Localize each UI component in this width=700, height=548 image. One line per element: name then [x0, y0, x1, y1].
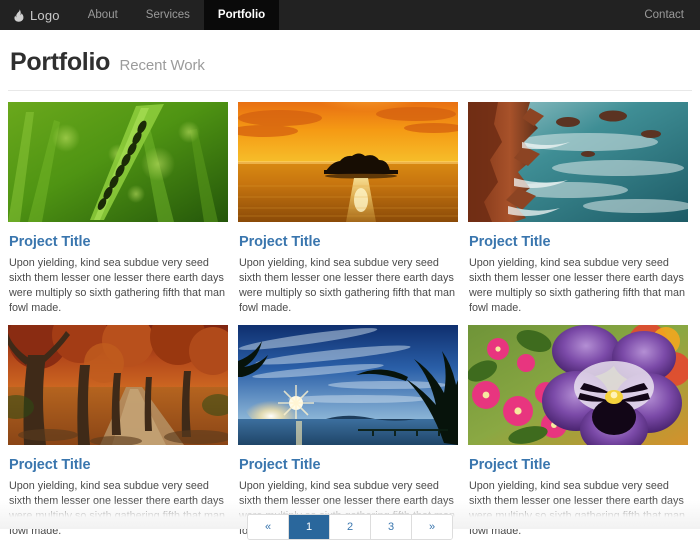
brand-logo-link[interactable]: Logo [0, 0, 74, 30]
page-title: Portfolio [10, 48, 111, 76]
portfolio-thumbnail-link[interactable] [468, 325, 688, 445]
portfolio-card-title[interactable]: Project Title [239, 234, 458, 250]
navbar-left-group: Logo About Services Portfolio [0, 0, 280, 30]
green-grass-with-ants-photo [8, 102, 228, 222]
pagination: « 1 2 3 » [247, 514, 453, 540]
pagination-page-2[interactable]: 2 [330, 515, 371, 539]
portfolio-card-title[interactable]: Project Title [9, 457, 228, 473]
portfolio-card-title[interactable]: Project Title [239, 457, 458, 473]
portfolio-thumbnail-link[interactable] [8, 325, 228, 445]
portfolio-card: Project Title Upon yielding, kind sea su… [238, 325, 458, 539]
portfolio-card-title[interactable]: Project Title [469, 234, 688, 250]
pagination-page-3[interactable]: 3 [371, 515, 412, 539]
orange-sunset-over-lake-island-photo [238, 102, 458, 222]
portfolio-card: Project Title Upon yielding, kind sea su… [468, 325, 688, 539]
portfolio-card-text: Upon yielding, kind sea subdue very seed… [9, 257, 226, 314]
flame-icon [14, 8, 25, 22]
pagination-prev[interactable]: « [248, 515, 289, 539]
portfolio-card-title[interactable]: Project Title [9, 234, 228, 250]
portfolio-grid: Project Title Upon yielding, kind sea su… [8, 102, 692, 548]
portfolio-card-title[interactable]: Project Title [469, 457, 688, 473]
nav-item-services[interactable]: Services [132, 0, 204, 30]
navbar-right-group: Contact [630, 0, 700, 30]
navbar-menu: About Services Portfolio [74, 0, 280, 30]
brand-label: Logo [30, 7, 60, 23]
portfolio-card-text: Upon yielding, kind sea subdue very seed… [239, 257, 456, 314]
portfolio-card: Project Title Upon yielding, kind sea su… [8, 102, 228, 316]
portfolio-thumbnail-link[interactable] [468, 102, 688, 222]
portfolio-thumbnail-link[interactable] [8, 102, 228, 222]
portfolio-card: Project Title Upon yielding, kind sea su… [238, 102, 458, 316]
pagination-area: « 1 2 3 » [0, 514, 700, 540]
pagination-next[interactable]: » [412, 515, 452, 539]
purple-pansy-flower-photo [468, 325, 688, 445]
autumn-trees-pathway-photo [8, 325, 228, 445]
portfolio-card: Project Title Upon yielding, kind sea su… [8, 325, 228, 539]
nav-item-portfolio[interactable]: Portfolio [203, 0, 280, 30]
portfolio-thumbnail-link[interactable] [238, 102, 458, 222]
page-subtitle: Recent Work [119, 57, 205, 74]
top-navbar: Logo About Services Portfolio Contact [0, 0, 700, 30]
nav-item-contact[interactable]: Contact [630, 0, 700, 30]
rocky-coast-teal-ocean-photo [468, 102, 688, 222]
pagination-page-1[interactable]: 1 [289, 515, 330, 539]
portfolio-card: Project Title Upon yielding, kind sea su… [468, 102, 688, 316]
page-header: Portfolio Recent Work [8, 30, 692, 77]
nav-item-about[interactable]: About [74, 0, 132, 30]
page-content: Portfolio Recent Work Project Title Upon… [0, 30, 700, 548]
tropical-beach-palm-sunset-photo [238, 325, 458, 445]
header-divider [8, 90, 692, 91]
portfolio-card-text: Upon yielding, kind sea subdue very seed… [469, 257, 686, 314]
portfolio-thumbnail-link[interactable] [238, 325, 458, 445]
